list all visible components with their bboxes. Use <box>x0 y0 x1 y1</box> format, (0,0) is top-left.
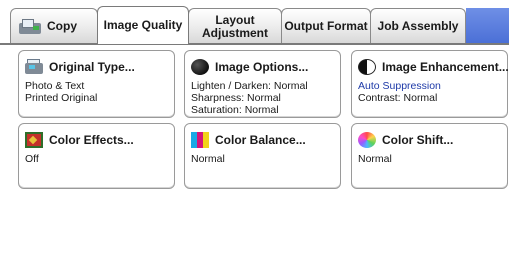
image-options-value-2: Sharpness: Normal <box>191 92 281 104</box>
tab-job-assembly-label: Job Assembly <box>377 19 459 33</box>
tab-job-assembly[interactable]: Job Assembly <box>370 8 466 44</box>
tab-copy[interactable]: Copy <box>10 8 98 44</box>
tab-underline <box>0 43 509 45</box>
color-effects-title: Color Effects... <box>49 133 134 147</box>
color-effects-icon <box>25 132 43 148</box>
image-options-title: Image Options... <box>215 60 309 74</box>
original-type-title: Original Type... <box>49 60 135 74</box>
tab-output-format[interactable]: Output Format <box>281 8 371 44</box>
original-type-value-2: Printed Original <box>25 92 98 104</box>
color-effects-button[interactable]: Color Effects... Off <box>18 123 175 189</box>
image-options-value-3: Saturation: Normal <box>191 104 279 116</box>
image-enhancement-title: Image Enhancement... <box>382 60 509 74</box>
image-enhancement-value-1: Auto Suppression <box>358 80 441 92</box>
color-shift-title: Color Shift... <box>382 133 454 147</box>
tab-strip-fill <box>466 8 509 44</box>
tab-layout-adjustment[interactable]: Layout Adjustment <box>188 8 282 44</box>
color-shift-value: Normal <box>358 153 392 165</box>
image-quality-panel: Original Type... Photo & Text Printed Or… <box>0 45 509 260</box>
image-options-button[interactable]: Image Options... Lighten / Darken: Norma… <box>184 50 341 118</box>
color-shift-button[interactable]: Color Shift... Normal <box>351 123 508 189</box>
tab-layout-label-line1: Layout <box>215 12 255 27</box>
original-type-icon <box>25 59 43 75</box>
original-type-value-1: Photo & Text <box>25 80 85 92</box>
color-balance-title: Color Balance... <box>215 133 306 147</box>
tab-layout-label-line2: Adjustment <box>202 25 268 40</box>
image-options-value-1: Lighten / Darken: Normal <box>191 80 308 92</box>
color-effects-value: Off <box>25 153 39 165</box>
color-shift-icon <box>358 132 376 148</box>
tab-image-quality[interactable]: Image Quality <box>97 6 189 44</box>
image-enhancement-button[interactable]: Image Enhancement... Auto Suppression Co… <box>351 50 509 118</box>
tab-copy-label: Copy <box>47 19 77 33</box>
original-type-button[interactable]: Original Type... Photo & Text Printed Or… <box>18 50 175 118</box>
image-enhancement-value-2: Contrast: Normal <box>358 92 438 104</box>
tab-output-format-label: Output Format <box>284 19 368 33</box>
color-balance-value: Normal <box>191 153 225 165</box>
color-balance-button[interactable]: Color Balance... Normal <box>184 123 341 189</box>
tab-image-quality-label: Image Quality <box>103 18 183 32</box>
tab-bar: Copy Image Quality Layout Adjustment Out… <box>0 0 509 45</box>
image-options-icon <box>191 59 209 75</box>
color-balance-icon <box>191 132 209 148</box>
copy-icon <box>19 18 41 35</box>
image-enhancement-icon <box>358 59 376 75</box>
